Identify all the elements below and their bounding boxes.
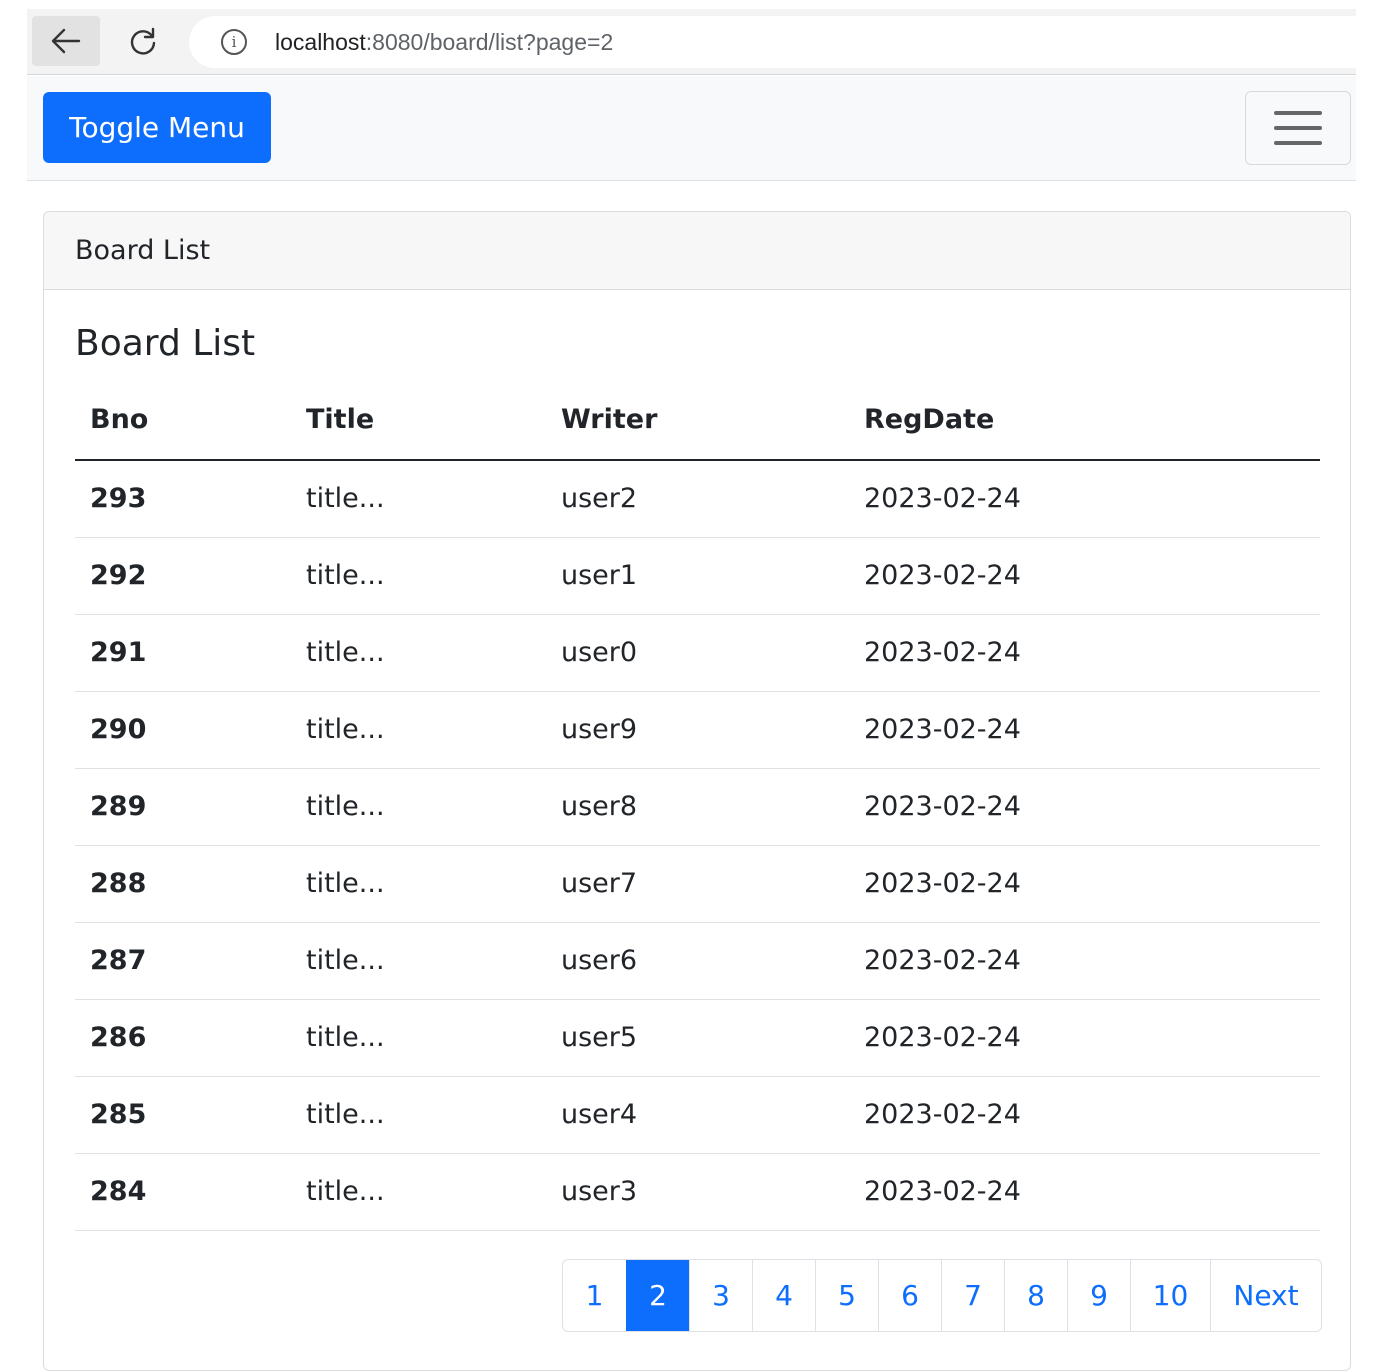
- cell-title[interactable]: title...: [291, 922, 546, 1000]
- info-icon[interactable]: i: [221, 29, 247, 55]
- page-link-8[interactable]: 8: [1004, 1260, 1067, 1331]
- page-link-4[interactable]: 4: [752, 1260, 815, 1331]
- cell-writer: user4: [546, 1076, 849, 1154]
- cell-title[interactable]: title...: [291, 537, 546, 615]
- cell-regdate: 2023-02-24: [849, 614, 1320, 692]
- cell-bno: 288: [75, 845, 291, 923]
- reload-icon: [130, 27, 156, 55]
- cell-bno: 293: [75, 460, 291, 538]
- cell-regdate: 2023-02-24: [849, 1153, 1320, 1231]
- cell-writer: user9: [546, 691, 849, 769]
- table-row[interactable]: 290 title... user9 2023-02-24: [75, 691, 1320, 769]
- table-row[interactable]: 288 title... user7 2023-02-24: [75, 845, 1320, 923]
- table-row[interactable]: 284 title... user3 2023-02-24: [75, 1153, 1320, 1231]
- hamburger-icon-line: [1274, 126, 1322, 130]
- cell-bno: 287: [75, 922, 291, 1000]
- cell-regdate: 2023-02-24: [849, 999, 1320, 1077]
- page-link-5[interactable]: 5: [815, 1260, 878, 1331]
- cell-bno: 285: [75, 1076, 291, 1154]
- cell-bno: 284: [75, 1153, 291, 1231]
- card-header: Board List: [44, 212, 1350, 290]
- table-row[interactable]: 292 title... user1 2023-02-24: [75, 537, 1320, 615]
- cell-title[interactable]: title...: [291, 460, 546, 538]
- next-page-button[interactable]: Next: [1210, 1260, 1321, 1331]
- cell-writer: user3: [546, 1153, 849, 1231]
- cell-title[interactable]: title...: [291, 1076, 546, 1154]
- cell-regdate: 2023-02-24: [849, 845, 1320, 923]
- cell-regdate: 2023-02-24: [849, 691, 1320, 769]
- page-link-6[interactable]: 6: [878, 1260, 941, 1331]
- page-link-7[interactable]: 7: [941, 1260, 1004, 1331]
- column-header-bno: Bno: [75, 380, 291, 461]
- table-row[interactable]: 285 title... user4 2023-02-24: [75, 1076, 1320, 1154]
- cell-title[interactable]: title...: [291, 614, 546, 692]
- cell-regdate: 2023-02-24: [849, 460, 1320, 538]
- board-table: Bno Title Writer RegDate 293 title... us…: [75, 380, 1320, 1231]
- cell-title[interactable]: title...: [291, 845, 546, 923]
- hamburger-icon: [1274, 111, 1322, 115]
- page-link-2[interactable]: 2: [626, 1260, 689, 1331]
- reload-button[interactable]: [109, 16, 177, 66]
- page-link-10[interactable]: 10: [1130, 1260, 1210, 1331]
- hamburger-icon-line: [1274, 141, 1322, 145]
- url-path: :8080/board/list?page=2: [365, 28, 614, 55]
- cell-writer: user1: [546, 537, 849, 615]
- cell-title[interactable]: title...: [291, 691, 546, 769]
- cell-writer: user5: [546, 999, 849, 1077]
- browser-toolbar: i localhost:8080/board/list?page=2: [27, 9, 1356, 75]
- table-row[interactable]: 291 title... user0 2023-02-24: [75, 614, 1320, 692]
- url-text: localhost:8080/board/list?page=2: [275, 29, 613, 56]
- cell-writer: user2: [546, 460, 849, 538]
- address-bar[interactable]: i localhost:8080/board/list?page=2: [189, 16, 1356, 68]
- arrow-left-icon: [51, 28, 81, 54]
- table-header-row: Bno Title Writer RegDate: [75, 380, 1320, 461]
- cell-regdate: 2023-02-24: [849, 922, 1320, 1000]
- page-link-3[interactable]: 3: [689, 1260, 752, 1331]
- cell-writer: user0: [546, 614, 849, 692]
- cell-regdate: 2023-02-24: [849, 1076, 1320, 1154]
- cell-title[interactable]: title...: [291, 768, 546, 846]
- top-navbar: Toggle Menu: [27, 76, 1356, 181]
- pagination: 1 2 3 4 5 6 7 8 9 10 Next: [562, 1259, 1322, 1332]
- url-host: localhost: [275, 28, 366, 55]
- cell-writer: user8: [546, 768, 849, 846]
- page-link-9[interactable]: 9: [1067, 1260, 1130, 1331]
- table-row[interactable]: 287 title... user6 2023-02-24: [75, 922, 1320, 1000]
- cell-title[interactable]: title...: [291, 1153, 546, 1231]
- cell-writer: user6: [546, 922, 849, 1000]
- table-row[interactable]: 286 title... user5 2023-02-24: [75, 999, 1320, 1077]
- back-button[interactable]: [32, 16, 100, 66]
- column-header-writer: Writer: [546, 380, 849, 461]
- hamburger-menu-button[interactable]: [1245, 91, 1351, 165]
- cell-writer: user7: [546, 845, 849, 923]
- cell-title[interactable]: title...: [291, 999, 546, 1077]
- cell-regdate: 2023-02-24: [849, 768, 1320, 846]
- cell-regdate: 2023-02-24: [849, 537, 1320, 615]
- cell-bno: 291: [75, 614, 291, 692]
- column-header-regdate: RegDate: [849, 380, 1320, 461]
- cell-bno: 289: [75, 768, 291, 846]
- card-title: Board List: [75, 323, 256, 364]
- table-row[interactable]: 293 title... user2 2023-02-24: [75, 460, 1320, 538]
- cell-bno: 292: [75, 537, 291, 615]
- cell-bno: 286: [75, 999, 291, 1077]
- table-row[interactable]: 289 title... user8 2023-02-24: [75, 768, 1320, 846]
- page-link-1[interactable]: 1: [563, 1260, 626, 1331]
- board-card: Board List Board List Bno Title Writer R…: [43, 211, 1351, 1371]
- cell-bno: 290: [75, 691, 291, 769]
- toggle-menu-button[interactable]: Toggle Menu: [43, 92, 271, 163]
- column-header-title: Title: [291, 380, 546, 461]
